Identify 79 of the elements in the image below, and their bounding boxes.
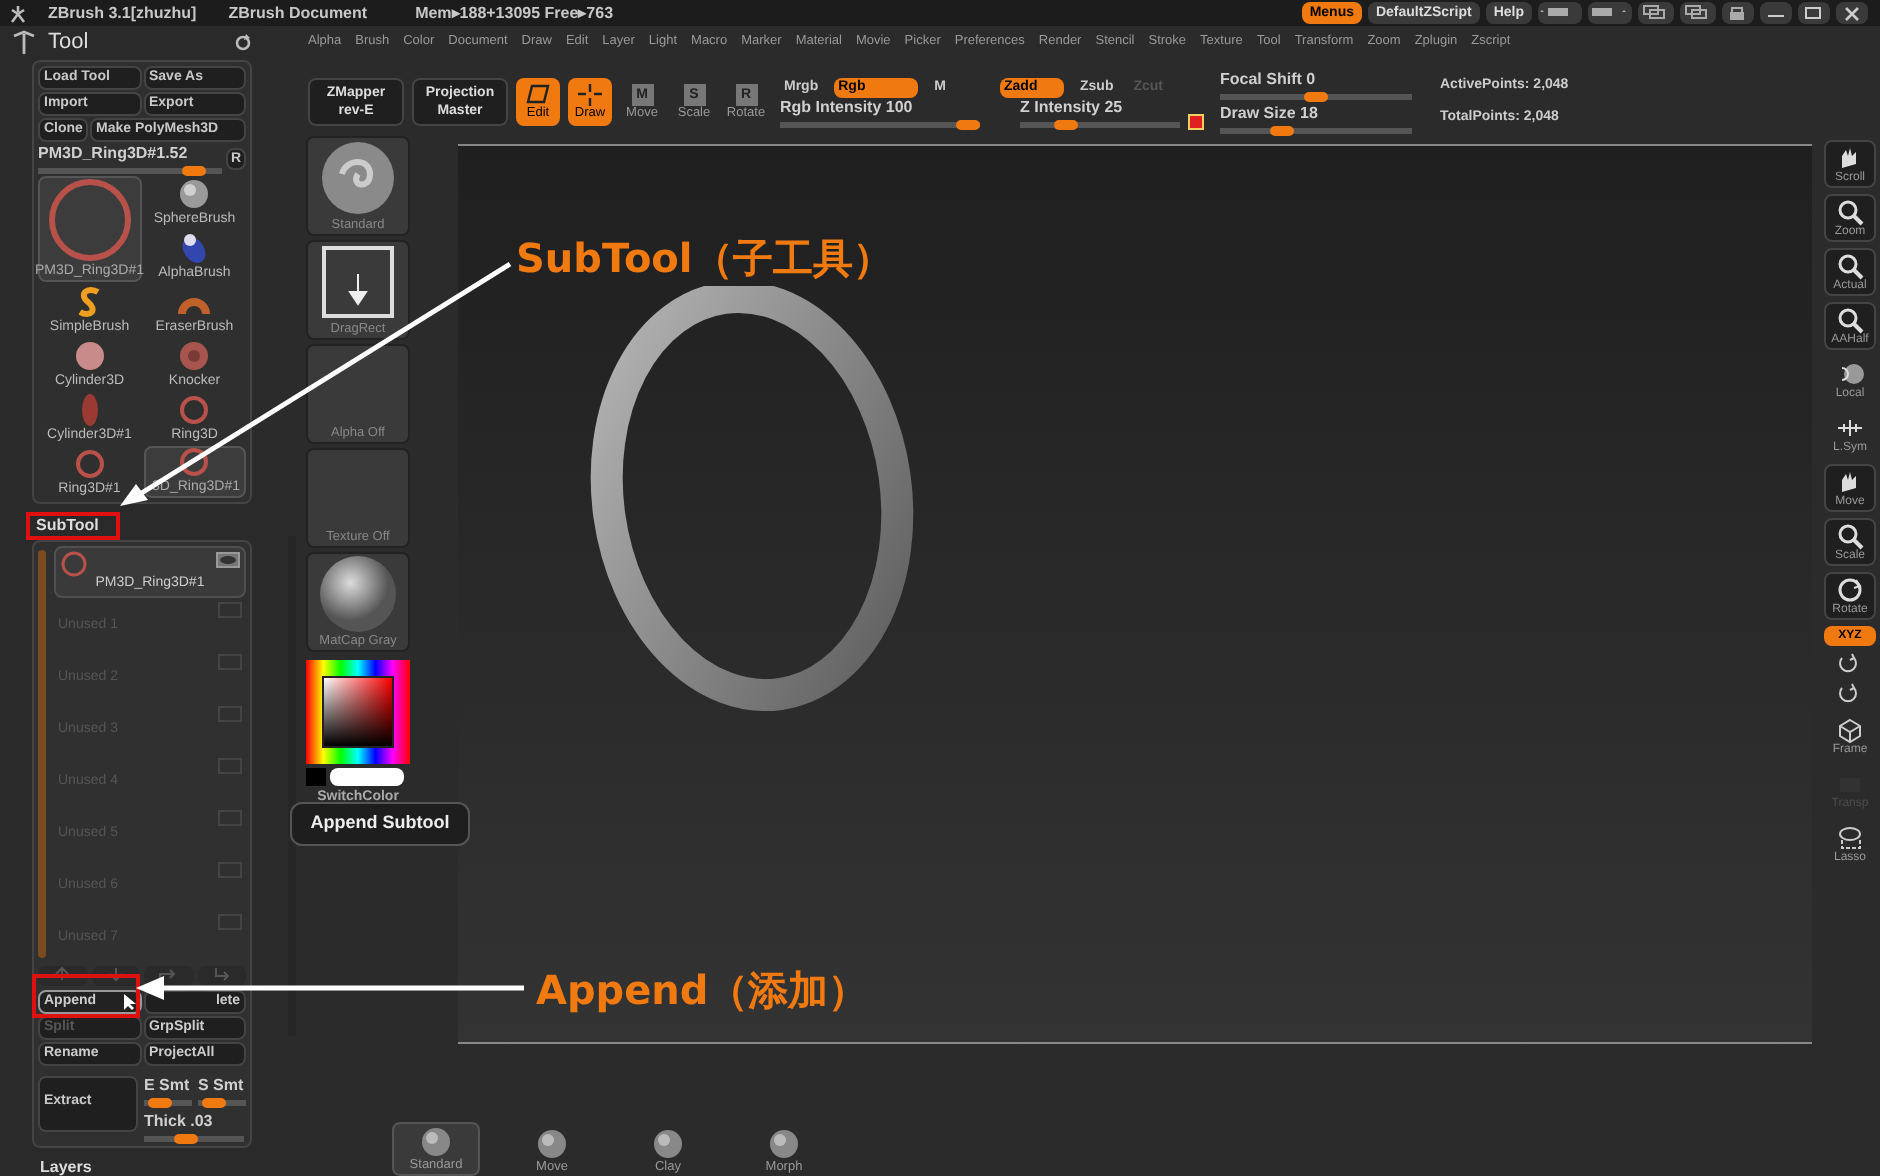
app-title: ZBrush 3.1[zhuzhu] — [48, 1, 197, 25]
palette-title: Tool — [48, 28, 89, 58]
crosshair-icon — [576, 82, 604, 106]
knocker-icon — [176, 337, 213, 373]
highlight-frame — [32, 974, 140, 1018]
slider-thumb[interactable] — [1304, 92, 1328, 102]
annotation-label: SubTool（子工具） — [516, 232, 893, 286]
matcap-sphere-icon — [314, 554, 402, 634]
slider-label: Rgb Intensity 100 — [780, 97, 915, 117]
memory-readout: Mem▸188+13095 Free▸763 — [415, 1, 614, 25]
window-layout-icon[interactable] — [1680, 2, 1716, 24]
slider-thumb[interactable] — [148, 1097, 173, 1107]
arc-icon — [178, 295, 211, 313]
slider-track[interactable] — [144, 1099, 192, 1105]
canvas[interactable] — [458, 144, 1812, 1044]
magnifier-icon — [1836, 521, 1864, 549]
brush-sphere-icon — [536, 1128, 568, 1160]
slider-track[interactable] — [144, 1135, 244, 1141]
slider-thumb[interactable] — [1054, 119, 1078, 129]
ring-icon — [176, 443, 213, 479]
minimize-icon[interactable] — [1760, 2, 1792, 24]
refresh-icon — [234, 33, 252, 52]
magnifier-icon — [1836, 251, 1864, 279]
magnifier-icon — [1836, 197, 1864, 225]
cursor-icon — [123, 993, 135, 1009]
scroll-right-icon[interactable] — [1588, 2, 1632, 24]
slider-track[interactable] — [1220, 94, 1412, 100]
sphere-icon — [1836, 359, 1864, 387]
slider-track[interactable] — [1220, 128, 1412, 134]
color-swatch[interactable] — [330, 768, 404, 786]
slider-track[interactable] — [780, 121, 980, 127]
bent-arrow-icon[interactable] — [144, 965, 193, 985]
figure-icon — [8, 3, 28, 23]
annotation-label: Append（添加） — [536, 964, 869, 1018]
slider-thumb[interactable] — [202, 1097, 227, 1107]
close-icon[interactable] — [1836, 2, 1868, 24]
brush-sphere-icon — [652, 1128, 684, 1160]
slider-track[interactable] — [1020, 121, 1180, 127]
rotate-icon — [1836, 575, 1864, 603]
eye-icon — [216, 551, 240, 567]
slider-label: Focal Shift 0 — [1220, 70, 1318, 90]
sphere-icon — [176, 175, 213, 211]
lock-icon[interactable] — [1722, 2, 1754, 24]
scroll-bar[interactable] — [38, 549, 46, 957]
magnifier-icon — [1836, 305, 1864, 333]
trapezoid-icon — [524, 82, 552, 106]
slider-thumb[interactable] — [174, 1133, 199, 1143]
section-title: SubTool — [34, 515, 101, 535]
color-swatch — [1188, 114, 1204, 130]
brush-sphere-icon — [768, 1128, 800, 1160]
slider-label: Z Intensity 25 — [1020, 97, 1125, 117]
window-layout-icon[interactable] — [1638, 2, 1674, 24]
ring-icon — [176, 391, 213, 427]
slider-thumb[interactable] — [956, 119, 980, 129]
restore-icon[interactable] — [1798, 2, 1830, 24]
eye-slot-icon — [218, 601, 242, 617]
slider-label: Draw Size 18 — [1220, 104, 1320, 124]
slider-thumb[interactable] — [182, 165, 206, 175]
section-title: Layers — [40, 1155, 94, 1176]
scroll-left-icon[interactable] — [1538, 2, 1582, 24]
slider-track[interactable] — [38, 167, 222, 173]
slider-label: PM3D_Ring3D#1.52 — [38, 143, 190, 163]
cube-icon — [1836, 715, 1864, 743]
ring-icon — [45, 175, 134, 263]
tooltip: Append Subtool — [290, 802, 470, 846]
slider-label: E Smt — [144, 1075, 192, 1095]
ring-icon — [60, 549, 88, 577]
brush-sphere-icon — [420, 1126, 452, 1158]
pickaxe-icon — [12, 30, 36, 55]
slider-track[interactable] — [198, 1099, 246, 1105]
color-swatch[interactable] — [306, 768, 326, 786]
color-picker[interactable] — [306, 660, 410, 764]
slider-thumb[interactable] — [1270, 126, 1295, 136]
slider-label: Thick .03 — [144, 1111, 215, 1131]
slider-label: S Smt — [198, 1075, 246, 1095]
document-title: ZBrush Document — [228, 1, 368, 25]
disc-icon — [71, 337, 108, 373]
lasso-icon — [1836, 823, 1864, 851]
ring-icon — [71, 445, 108, 481]
